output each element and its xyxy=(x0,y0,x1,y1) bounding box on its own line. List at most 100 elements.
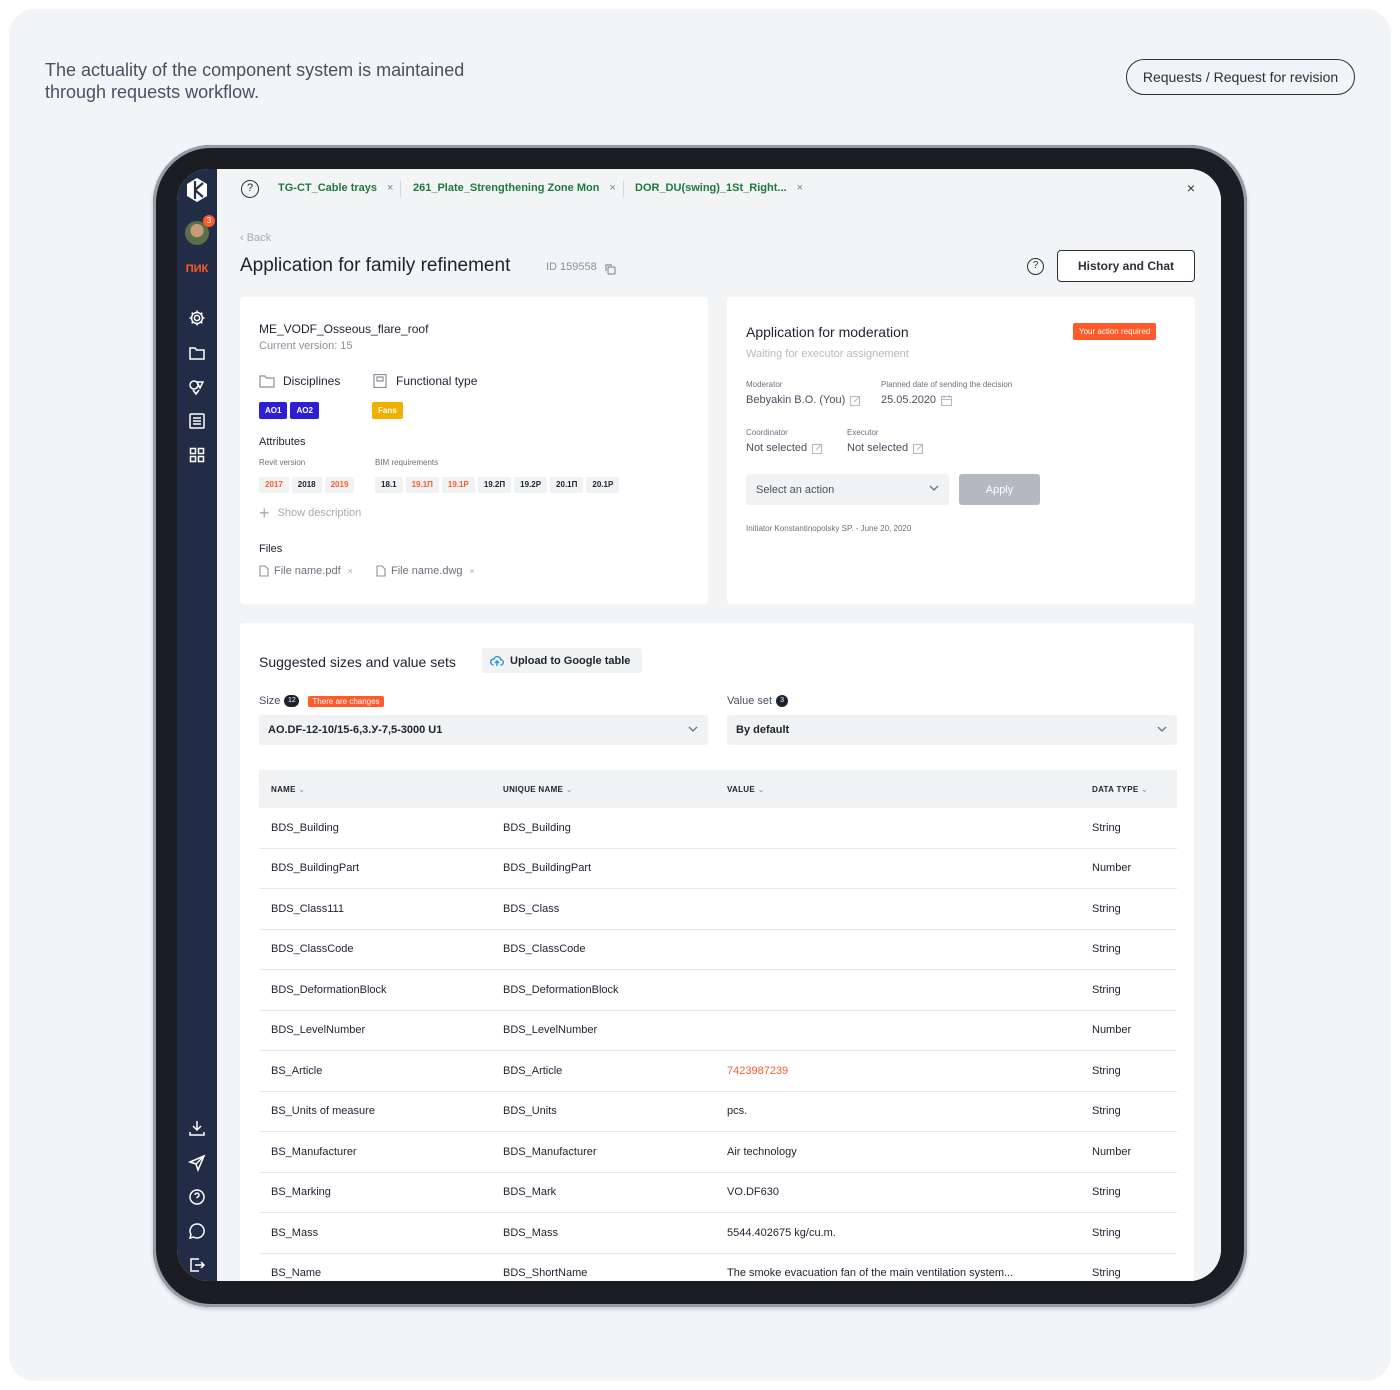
table-row[interactable]: BS_Units of measure BDS_Units pcs. String xyxy=(259,1092,1177,1132)
discipline-chip[interactable]: AO2 xyxy=(290,402,319,419)
functional-type-heading: Functional type xyxy=(372,374,477,388)
version-chip[interactable]: 2017 xyxy=(259,477,289,493)
close-icon[interactable]: × xyxy=(348,566,353,576)
functional-type-chip[interactable]: Fans xyxy=(372,402,403,419)
calendar-icon[interactable] xyxy=(941,394,953,406)
action-select[interactable]: Select an action xyxy=(746,474,949,505)
coordinator-label: Coordinator xyxy=(746,428,788,437)
table-row[interactable]: BDS_LevelNumber BDS_LevelNumber Number xyxy=(259,1011,1177,1051)
chevron-down-icon xyxy=(1157,726,1167,732)
cell-unique-name: BDS_Building xyxy=(503,821,571,834)
cell-name: BS_Article xyxy=(271,1064,323,1077)
tab-cable-trays[interactable]: TG-CT_Cable trays × xyxy=(278,182,393,194)
edit-icon[interactable] xyxy=(913,443,924,454)
help-icon[interactable] xyxy=(188,1188,206,1206)
cell-value: Air technology xyxy=(727,1145,797,1158)
shapes-icon[interactable] xyxy=(188,378,206,396)
table-row[interactable]: BS_Name BDS_ShortName The smoke evacuation… xyxy=(259,1254,1177,1282)
cell-unique-name: BDS_ClassCode xyxy=(503,943,586,956)
file-icon xyxy=(259,565,269,577)
version-chip[interactable]: 18.1 xyxy=(375,477,403,493)
coordinator-name: Not selected xyxy=(746,442,808,454)
cell-name: BDS_ClassCode xyxy=(271,943,354,956)
size-count-badge: 12 xyxy=(284,695,300,707)
file-name: File name.dwg xyxy=(391,565,463,577)
size-select-value: AO.DF-12-10/15-6,3.У-7,5-3000 U1 xyxy=(268,724,443,736)
gear-icon[interactable] xyxy=(188,309,206,327)
close-icon[interactable]: × xyxy=(609,182,615,194)
cell-unique-name: BDS_LevelNumber xyxy=(503,1024,598,1037)
table-row[interactable]: BS_Article BDS_Article 7423987239 String xyxy=(259,1051,1177,1092)
edit-icon[interactable] xyxy=(850,395,861,406)
close-all-tabs-icon[interactable]: × xyxy=(1187,180,1195,196)
history-and-chat-button[interactable]: History and Chat xyxy=(1057,250,1195,282)
coordinator-value: Not selected xyxy=(746,442,823,454)
grid-icon[interactable] xyxy=(188,446,206,464)
table-row[interactable]: BS_Manufacturer BDS_Manufacturer Air techn… xyxy=(259,1132,1177,1173)
logout-icon[interactable] xyxy=(188,1256,206,1274)
close-icon[interactable]: × xyxy=(797,182,803,194)
table-row[interactable]: BDS_Building BDS_Building String xyxy=(259,808,1177,849)
notification-badge: 3 xyxy=(203,215,215,227)
file-item[interactable]: File name.dwg × xyxy=(376,565,475,577)
cell-data-type: String xyxy=(1092,1267,1121,1280)
cell-data-type: String xyxy=(1092,821,1121,834)
table-row[interactable]: BS_Marking BDS_Mark VO.DF630 String xyxy=(259,1173,1177,1213)
version-chip[interactable]: 19.1Р xyxy=(441,477,475,493)
chat-icon[interactable] xyxy=(188,1222,206,1240)
list-document-icon[interactable] xyxy=(188,412,206,430)
version-chip[interactable]: 19.2П xyxy=(477,477,512,493)
tab-dor-du[interactable]: DOR_DU(swing)_1St_Right... × xyxy=(635,182,803,194)
version-chip[interactable]: 20.1Р xyxy=(586,477,620,493)
version-chip[interactable]: 2018 xyxy=(291,477,322,493)
request-id: ID 159558 xyxy=(546,261,597,273)
back-link[interactable]: ‹ Back xyxy=(240,232,271,244)
close-icon[interactable]: × xyxy=(470,566,475,576)
logo-icon[interactable] xyxy=(186,177,208,203)
file-item[interactable]: File name.pdf × xyxy=(259,565,353,577)
table-row[interactable]: BS_Mass BDS_Mass 5544.402675 kg/cu.m. Strin… xyxy=(259,1213,1177,1254)
value-set-select[interactable]: By default xyxy=(727,715,1177,745)
version-chip[interactable]: 19.1П xyxy=(405,477,439,493)
folder-icon[interactable] xyxy=(188,344,206,362)
planned-date-label: Planned date of sending the decision xyxy=(881,380,1013,389)
column-header-name[interactable]: NAME ⌄ xyxy=(271,785,305,794)
chevron-down-icon: ⌄ xyxy=(757,784,765,794)
help-icon[interactable]: ? xyxy=(1027,258,1044,275)
file-name: File name.pdf xyxy=(274,565,341,577)
discipline-chip[interactable]: AO1 xyxy=(259,402,288,419)
table-row[interactable]: BDS_BuildingPart BDS_BuildingPart Number xyxy=(259,849,1177,889)
table-row[interactable]: BDS_ClassCode BDS_ClassCode String xyxy=(259,930,1177,970)
close-icon[interactable]: × xyxy=(387,182,393,194)
send-icon[interactable] xyxy=(187,1154,206,1173)
action-select-placeholder: Select an action xyxy=(756,483,835,496)
table-row[interactable]: BDS_Class111 BDS_Class String xyxy=(259,889,1177,930)
column-header-unique-name[interactable]: UNIQUE NAME ⌄ xyxy=(503,785,573,794)
cell-value: VO.DF630 xyxy=(727,1186,779,1199)
apply-button[interactable]: Apply xyxy=(959,474,1040,505)
column-label: DATA TYPE xyxy=(1092,784,1139,794)
download-icon[interactable] xyxy=(188,1119,206,1137)
bim-requirements-chips: 18.1 19.1П 19.1Р 19.2П 19.2Р 20.1П 20.1Р xyxy=(375,474,622,493)
size-select[interactable]: AO.DF-12-10/15-6,3.У-7,5-3000 U1 xyxy=(259,715,708,745)
cell-name: BDS_LevelNumber xyxy=(271,1024,366,1037)
edit-icon[interactable] xyxy=(812,443,823,454)
cell-value: 7423987239 xyxy=(727,1064,789,1077)
tab-plate-strengthening[interactable]: 261_Plate_Strengthening Zone Mon × xyxy=(413,182,616,194)
column-header-value[interactable]: VALUE ⌄ xyxy=(727,785,765,794)
table-row[interactable]: BDS_DeformationBlock BDS_DeformationBlock… xyxy=(259,970,1177,1011)
app-screen: 3 ПИК ? TG-CT_Cable trays × 261_Plate_St… xyxy=(177,169,1221,1281)
copy-icon[interactable] xyxy=(605,262,616,275)
show-description-label: Show description xyxy=(277,507,362,519)
version-chip[interactable]: 2019 xyxy=(324,477,355,493)
show-description-toggle[interactable]: + Show description xyxy=(259,504,362,522)
column-header-data-type[interactable]: DATA TYPE ⌄ xyxy=(1092,785,1148,794)
column-label: NAME xyxy=(271,784,296,794)
value-set-field-label: Value set 3 xyxy=(727,695,789,707)
breadcrumb[interactable]: Requests / Request for revision xyxy=(1126,59,1355,95)
upload-google-table-button[interactable]: Upload to Google table xyxy=(482,648,642,673)
version-chip[interactable]: 20.1П xyxy=(550,477,584,493)
version-chip[interactable]: 19.2Р xyxy=(514,477,548,493)
help-icon[interactable]: ? xyxy=(241,180,259,198)
tab-separator xyxy=(400,181,401,197)
